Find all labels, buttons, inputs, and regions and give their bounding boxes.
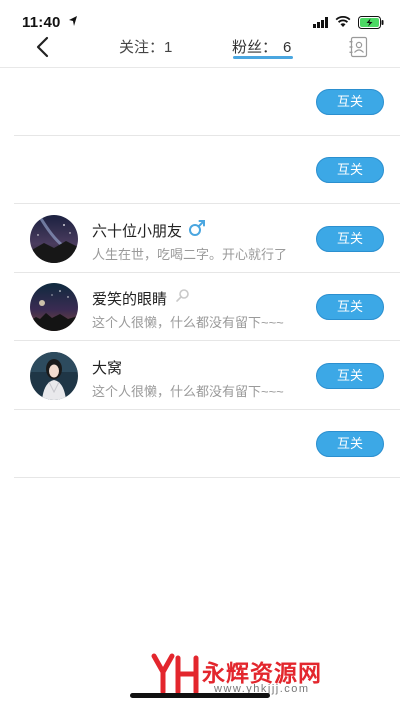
tab-following-separator: ： (149, 39, 165, 56)
mutual-follow-button[interactable]: 互关 (316, 226, 384, 252)
nav-bar: 关注：1 粉丝： 6 (0, 36, 400, 68)
gender-unknown-icon (176, 289, 189, 302)
tab-fans-separator: ： (262, 39, 278, 56)
back-chevron-icon[interactable] (35, 36, 51, 58)
mutual-follow-button[interactable]: 互关 (316, 294, 384, 320)
mutual-follow-button[interactable]: 互关 (316, 157, 384, 183)
tab-fans[interactable]: 粉丝： 6 (232, 36, 291, 66)
list-item[interactable]: 互关 (14, 136, 400, 204)
mutual-follow-button[interactable]: 互关 (316, 431, 384, 457)
tab-following[interactable]: 关注：1 (119, 36, 172, 66)
tab-following-label: 关注 (119, 39, 150, 56)
avatar[interactable] (30, 283, 78, 331)
list-item[interactable]: 互关 (14, 410, 400, 478)
fan-name: 爱笑的眼睛 (92, 291, 168, 308)
watermark: 永辉资源网 www.yhkjjj.com (150, 652, 390, 696)
fan-bio: 这个人很懒，什么都没有留下~~~ (92, 384, 284, 399)
location-arrow-icon (69, 16, 77, 26)
list-item[interactable]: 爱笑的眼睛 这个人很懒，什么都没有留下~~~ 互关 (14, 273, 400, 341)
list-item[interactable]: 六十位小朋友 人生在世，吃喝二字。开心就行了 互关 (14, 205, 400, 273)
mutual-follow-button[interactable]: 互关 (316, 363, 384, 389)
avatar[interactable] (30, 352, 78, 400)
battery-charging-icon (358, 16, 384, 29)
status-bar: 11:40 (0, 0, 400, 36)
fan-bio: 人生在世，吃喝二字。开心就行了 (92, 247, 288, 262)
cellular-signal-icon (313, 17, 328, 28)
tab-fans-count: 6 (283, 39, 292, 56)
avatar[interactable] (30, 215, 78, 263)
contacts-book-icon[interactable] (349, 36, 369, 58)
active-tab-indicator (233, 56, 293, 59)
status-time: 11:40 (22, 14, 61, 31)
wifi-icon (335, 15, 351, 27)
tab-following-count: 1 (164, 39, 173, 56)
yh-logo-icon (151, 653, 199, 695)
list-item[interactable]: 大窝 这个人很懒，什么都没有留下~~~ 互关 (14, 342, 400, 410)
tab-fans-label: 粉丝 (232, 39, 263, 56)
fan-name: 六十位小朋友 (92, 223, 183, 240)
fan-bio: 这个人很懒，什么都没有留下~~~ (92, 315, 284, 330)
home-indicator[interactable] (130, 693, 270, 698)
fan-name: 大窝 (92, 360, 123, 377)
mutual-follow-button[interactable]: 互关 (316, 89, 384, 115)
male-gender-icon (189, 220, 205, 236)
list-item[interactable]: 互关 (14, 68, 400, 136)
